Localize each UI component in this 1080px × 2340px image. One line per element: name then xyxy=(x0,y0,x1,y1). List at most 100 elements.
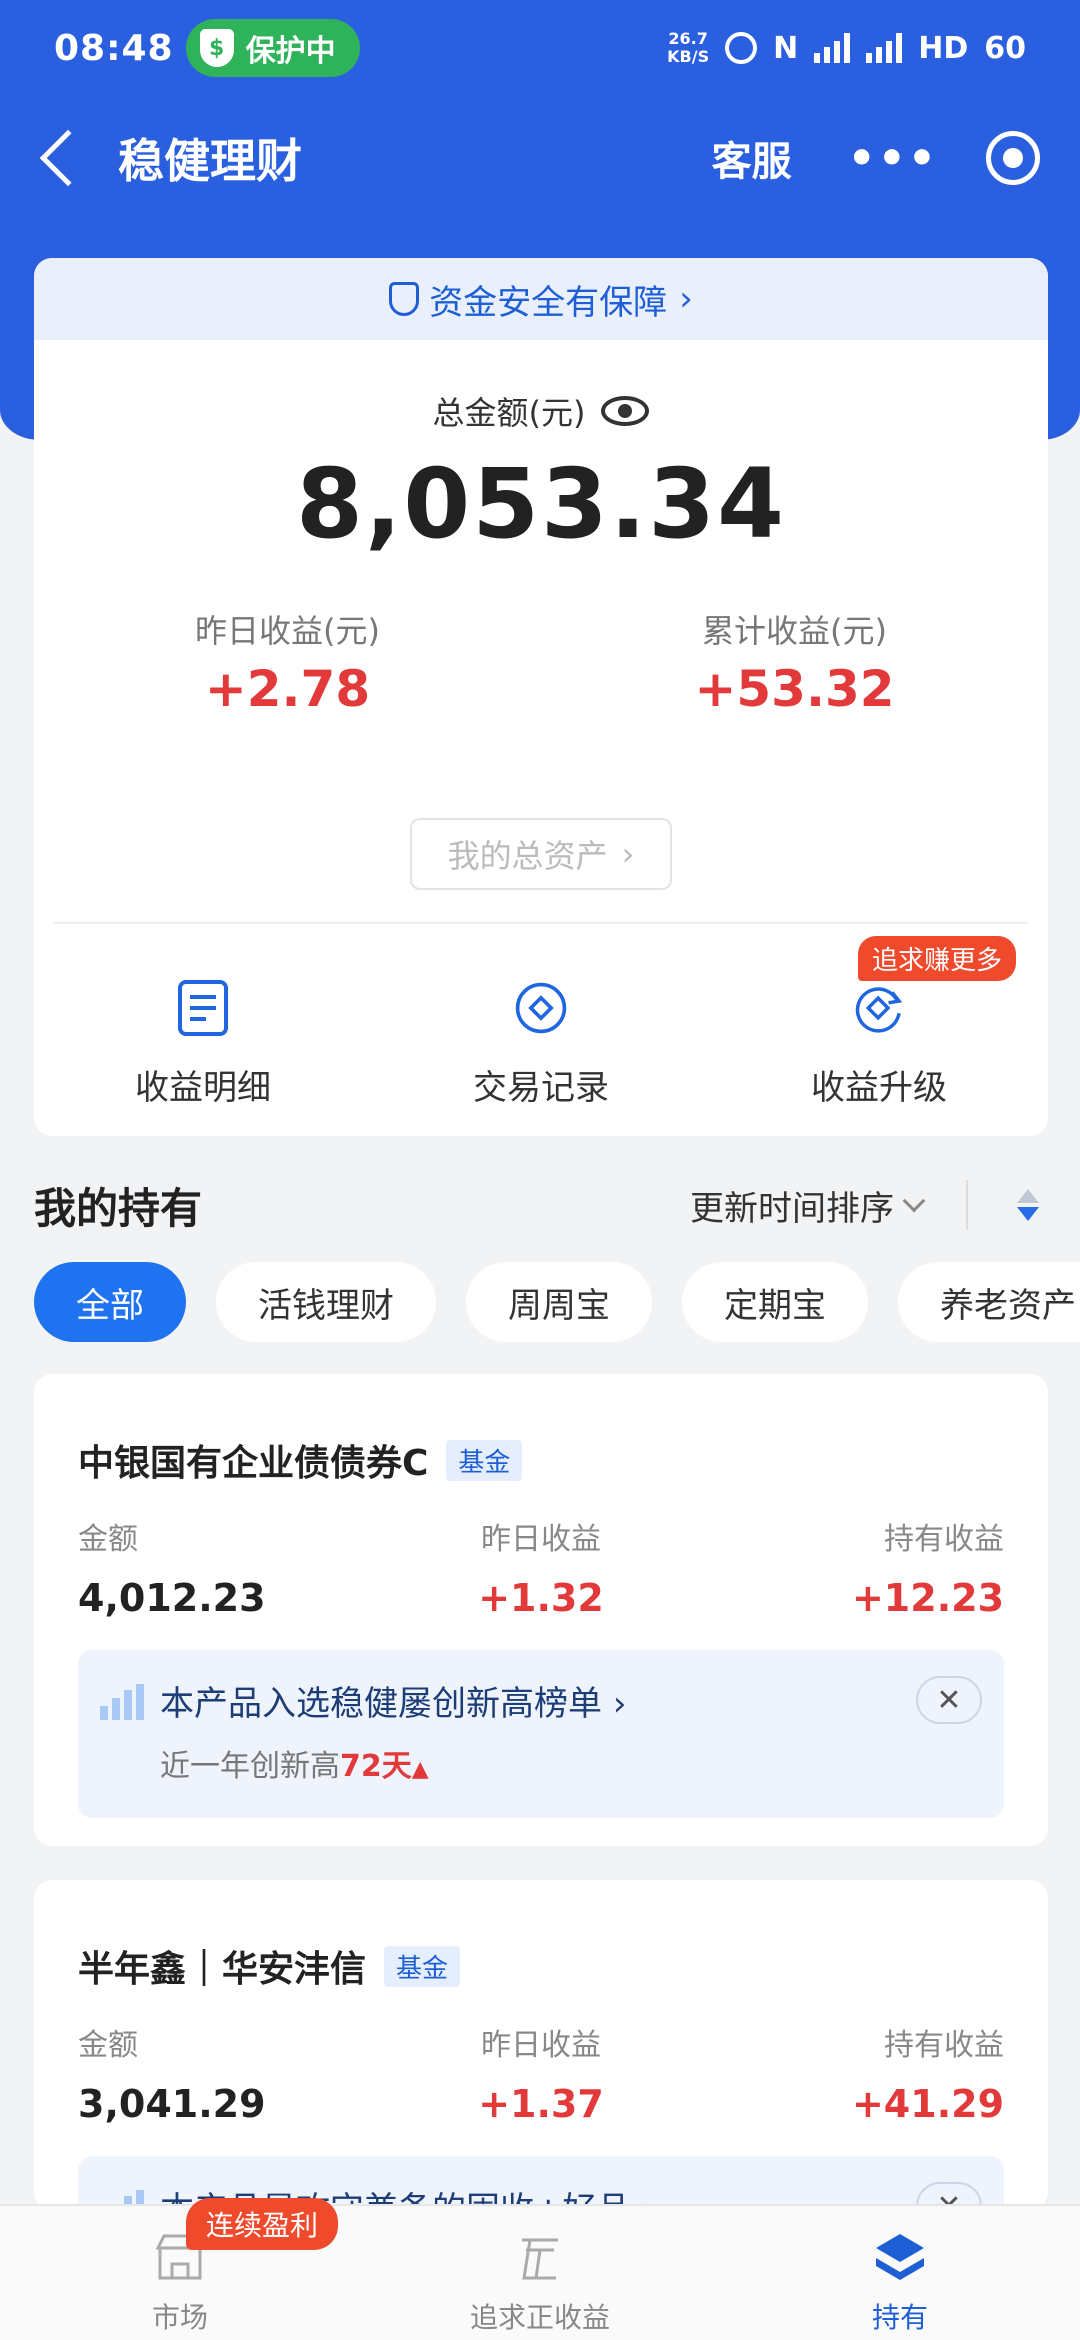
close-miniapp-icon[interactable] xyxy=(986,131,1040,185)
tab-holdings-label: 持有 xyxy=(871,2301,928,2334)
total-amount-value: 8,053.34 xyxy=(296,448,786,560)
status-time: 08:48 xyxy=(54,27,174,69)
holdings-title: 我的持有 xyxy=(34,1183,203,1233)
layers-icon xyxy=(876,2234,924,2280)
document-icon xyxy=(176,978,230,1038)
chevron-right-icon: › xyxy=(612,1684,627,1724)
chip-flexible[interactable]: 活钱理财 xyxy=(216,1262,436,1342)
sort-label: 更新时间排序 xyxy=(690,1188,894,1229)
chip-pension[interactable]: 养老资产 xyxy=(898,1262,1080,1342)
sort-dropdown[interactable]: 更新时间排序 xyxy=(690,1181,926,1230)
signal-icon-2 xyxy=(866,33,903,63)
protection-label: 保护中 xyxy=(245,34,336,69)
page-title: 稳健理财 xyxy=(118,134,302,188)
chip-fixed-term[interactable]: 定期宝 xyxy=(682,1262,868,1342)
chevron-down-icon xyxy=(902,1189,926,1213)
yesterday-earnings-label: 昨日收益(元) xyxy=(195,612,380,650)
yesterday-earnings: 昨日收益(元) +2.78 xyxy=(34,606,541,718)
holding-earnings-value: +41.29 xyxy=(851,2082,1005,2126)
promo-days: 72天 xyxy=(340,1749,412,1784)
holdings-header: 我的持有 更新时间排序 xyxy=(34,1170,1048,1240)
promo-subtitle-row: 近一年创新高72天▲ xyxy=(160,1741,1004,1785)
fund-tag: 基金 xyxy=(446,1439,523,1481)
chevron-right-icon: › xyxy=(679,279,693,319)
promo-title: 本产品入选稳健屡创新高榜单 xyxy=(160,1684,602,1724)
tab-positive-return[interactable]: 追求正收益 xyxy=(360,2206,720,2340)
yesterday-earnings-value: +2.78 xyxy=(204,660,371,718)
bar-chart-icon xyxy=(100,1684,144,1720)
hd-label: HD xyxy=(918,30,969,66)
tab-market[interactable]: 市场 连续盈利 xyxy=(0,2198,360,2340)
battery-level: 60 xyxy=(984,30,1026,66)
tab-positive-return-label: 追求正收益 xyxy=(469,2301,610,2334)
chevron-right-icon: › xyxy=(621,835,635,873)
cumulative-earnings-value: +53.32 xyxy=(694,660,895,718)
holding-card[interactable]: 半年鑫｜华安沣信 基金 金额 昨日收益 持有收益 3,041.29 +1.37 … xyxy=(34,1880,1048,2210)
back-arrow-icon[interactable] xyxy=(39,129,97,187)
tab-market-label: 市场 xyxy=(151,2301,208,2334)
holding-earnings-label: 持有收益 xyxy=(884,1522,1005,1557)
upgrade-promo-badge: 追求赚更多 xyxy=(857,936,1016,981)
cumulative-earnings: 累计收益(元) +53.32 xyxy=(541,606,1048,718)
holding-earnings-value: +12.23 xyxy=(851,1576,1005,1620)
shield-check-icon xyxy=(389,282,420,316)
amount-value: 4,012.23 xyxy=(78,1576,266,1620)
protection-badge: $ 保护中 xyxy=(185,19,360,77)
chip-all[interactable]: 全部 xyxy=(34,1262,186,1342)
eye-icon[interactable] xyxy=(601,396,650,426)
holding-card[interactable]: 中银国有企业债债券C 基金 金额 昨日收益 持有收益 4,012.23 +1.3… xyxy=(34,1374,1048,1846)
fund-safety-text: 资金安全有保障 xyxy=(429,282,668,323)
transaction-icon xyxy=(514,978,568,1038)
total-assets-label: 我的总资产 xyxy=(447,837,608,875)
nfc-icon: N xyxy=(773,30,799,66)
promo-subtitle: 近一年创新高 xyxy=(160,1749,340,1784)
status-bar: 08:48 $ 保护中 26.7 KB/S N HD 60 xyxy=(0,0,1080,96)
bottom-tab-bar: 市场 连续盈利 追求正收益 持有 xyxy=(0,2198,1080,2340)
quick-actions: 收益明细 交易记录 收益升级 追求赚更多 xyxy=(34,936,1048,1109)
total-amount-label: 总金额(元) xyxy=(432,394,586,432)
customer-service-button[interactable]: 客服 xyxy=(712,129,792,187)
earnings-detail-label: 收益明细 xyxy=(135,1068,271,1108)
more-menu-icon[interactable]: ••• xyxy=(848,133,938,184)
total-assets-button[interactable]: 我的总资产 › xyxy=(410,818,672,890)
tab-holdings[interactable]: 持有 xyxy=(720,2206,1080,2340)
yesterday-label: 昨日收益 xyxy=(481,1522,601,1557)
yesterday-label: 昨日收益 xyxy=(481,2028,601,2063)
holding-labels: 金额 昨日收益 持有收益 xyxy=(78,1514,1004,1558)
holding-labels: 金额 昨日收益 持有收益 xyxy=(78,2020,1004,2064)
holding-values: 3,041.29 +1.37 +41.29 xyxy=(78,2082,1004,2126)
close-icon[interactable]: ✕ xyxy=(916,1676,982,1724)
status-indicators: 26.7 KB/S N HD 60 xyxy=(667,30,1026,66)
alarm-icon xyxy=(725,32,758,64)
network-speed: 26.7 KB/S xyxy=(667,29,710,66)
promo-banner[interactable]: 本产品入选稳健屡创新高榜单 › 近一年创新高72天▲ ✕ xyxy=(78,1650,1004,1818)
divider xyxy=(966,1180,968,1230)
yesterday-value: +1.32 xyxy=(478,1576,604,1620)
earnings-upgrade-button[interactable]: 收益升级 xyxy=(710,978,1048,1109)
promo-title-row: 本产品入选稳健屡创新高榜单 › xyxy=(160,1676,1004,1725)
fund-safety-banner[interactable]: 资金安全有保障 › xyxy=(34,258,1048,340)
transaction-records-label: 交易记录 xyxy=(473,1068,609,1108)
earnings-upgrade-label: 收益升级 xyxy=(811,1068,947,1108)
upgrade-icon xyxy=(852,978,906,1038)
holding-name: 半年鑫｜华安沣信 xyxy=(78,1949,367,1990)
fund-tag: 基金 xyxy=(384,1945,461,1987)
summary-card: 资金安全有保障 › 总金额(元) 8,053.34 昨日收益(元) +2.78 … xyxy=(34,258,1048,1136)
positive-return-icon xyxy=(522,2238,558,2280)
yesterday-value: +1.37 xyxy=(478,2082,604,2126)
holding-earnings-label: 持有收益 xyxy=(884,2028,1005,2063)
earnings-metrics: 昨日收益(元) +2.78 累计收益(元) +53.32 xyxy=(34,606,1048,718)
streak-badge: 连续盈利 xyxy=(186,2198,339,2250)
nav-bar: 稳健理财 客服 ••• xyxy=(0,110,1080,206)
divider xyxy=(54,922,1028,924)
chip-weekly[interactable]: 周周宝 xyxy=(466,1262,652,1342)
holdings-filter-chips: 全部 活钱理财 周周宝 定期宝 养老资产 xyxy=(34,1262,1080,1342)
amount-label: 金额 xyxy=(78,1522,138,1557)
cumulative-earnings-label: 累计收益(元) xyxy=(702,612,887,650)
holding-name: 中银国有企业债债券C xyxy=(78,1443,429,1484)
earnings-detail-button[interactable]: 收益明细 xyxy=(34,978,372,1109)
holding-name-row: 中银国有企业债债券C 基金 xyxy=(78,1434,1004,1486)
amount-value: 3,041.29 xyxy=(78,2082,266,2126)
sort-order-toggle-icon[interactable] xyxy=(1008,1189,1048,1221)
transaction-records-button[interactable]: 交易记录 xyxy=(372,978,710,1109)
